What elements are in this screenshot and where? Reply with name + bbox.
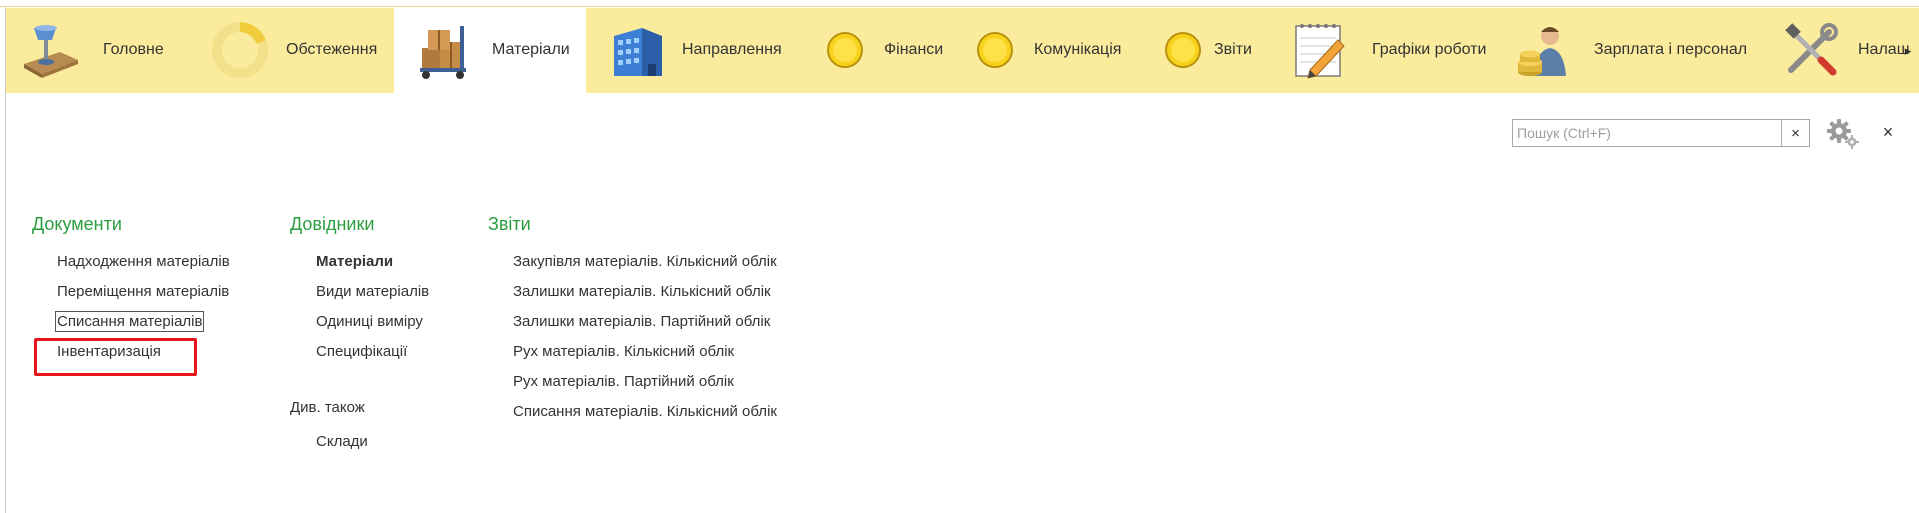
reports-link-purchase-qty[interactable]: Закупівля матеріалів. Кількісний облік	[513, 253, 777, 270]
search-input[interactable]	[1512, 119, 1782, 147]
documents-heading: Документи	[32, 214, 122, 234]
section-label: Комунікація	[1034, 41, 1122, 58]
yellow-circle-icon	[977, 32, 1013, 68]
section-label: Направлення	[682, 41, 782, 58]
catalogs-heading: Довідники	[290, 214, 375, 234]
section-materials[interactable]: Матеріали	[394, 8, 586, 93]
boxes-cart-icon	[420, 26, 466, 79]
yellow-circle-icon	[1165, 32, 1201, 68]
section-label: Фінанси	[884, 41, 944, 58]
tools-icon	[1785, 23, 1838, 76]
reports-link-balance-batch[interactable]: Залишки матеріалів. Партійний облік	[513, 313, 770, 330]
building-icon	[614, 28, 662, 76]
section-label: Звіти	[1214, 41, 1252, 58]
highlight-annotation-box	[34, 338, 197, 376]
section-home[interactable]: Головне	[6, 8, 164, 93]
section-label: Зарплата і персонал	[1594, 41, 1748, 58]
section-label: Графіки роботи	[1372, 41, 1487, 58]
documents-link-transfer[interactable]: Переміщення матеріалів	[57, 283, 229, 300]
reports-link-movement-batch[interactable]: Рух матеріалів. Партійний облік	[513, 373, 734, 390]
close-button[interactable]: ×	[1876, 120, 1900, 144]
section-label: Матеріали	[492, 41, 570, 58]
reports-link-balance-qty[interactable]: Залишки матеріалів. Кількісний облік	[513, 283, 771, 300]
catalogs-link-specifications[interactable]: Специфікації	[316, 343, 407, 360]
section-examination[interactable]: Обстеження	[164, 8, 394, 93]
section-settings[interactable]: Налаш	[1774, 8, 1910, 93]
loading-ring-icon	[212, 22, 268, 78]
section-finance[interactable]: Фінанси	[798, 8, 948, 93]
catalogs-link-materials[interactable]: Матеріали	[316, 253, 393, 270]
section-panel: Головне Обстеження Матеріали Направлення…	[6, 8, 1919, 93]
section-payroll[interactable]: Зарплата і персонал	[1508, 8, 1774, 93]
reports-link-movement-qty[interactable]: Рух матеріалів. Кількісний облік	[513, 343, 734, 360]
reports-link-writeoff-qty[interactable]: Списання матеріалів. Кількісний облік	[513, 403, 777, 420]
see-also-link-warehouses[interactable]: Склади	[316, 433, 368, 450]
section-reports[interactable]: Звіти	[1136, 8, 1276, 93]
section-work-schedules[interactable]: Графіки роботи	[1276, 8, 1508, 93]
search-clear-button[interactable]: ×	[1782, 119, 1810, 147]
notepad-pencil-icon	[1295, 24, 1345, 79]
see-also-heading: Див. також	[290, 399, 365, 416]
gear-icon[interactable]	[1826, 118, 1860, 150]
window-top-border	[0, 0, 1919, 7]
yellow-circle-icon	[827, 32, 863, 68]
section-label: Головне	[103, 41, 164, 58]
documents-link-writeoff[interactable]: Списання матеріалів	[54, 311, 205, 332]
reports-heading: Звіти	[488, 214, 531, 234]
desk-lamp-icon	[24, 25, 78, 78]
section-referrals[interactable]: Направлення	[586, 8, 798, 93]
section-communication[interactable]: Комунікація	[948, 8, 1136, 93]
documents-link-receipt[interactable]: Надходження матеріалів	[57, 253, 230, 270]
section-scroll-right-button[interactable]: ▸	[1897, 8, 1919, 93]
catalogs-link-material-types[interactable]: Види матеріалів	[316, 283, 429, 300]
section-label: Обстеження	[286, 41, 378, 58]
catalogs-link-units[interactable]: Одиниці виміру	[316, 313, 423, 330]
worker-coins-icon	[1518, 27, 1566, 76]
